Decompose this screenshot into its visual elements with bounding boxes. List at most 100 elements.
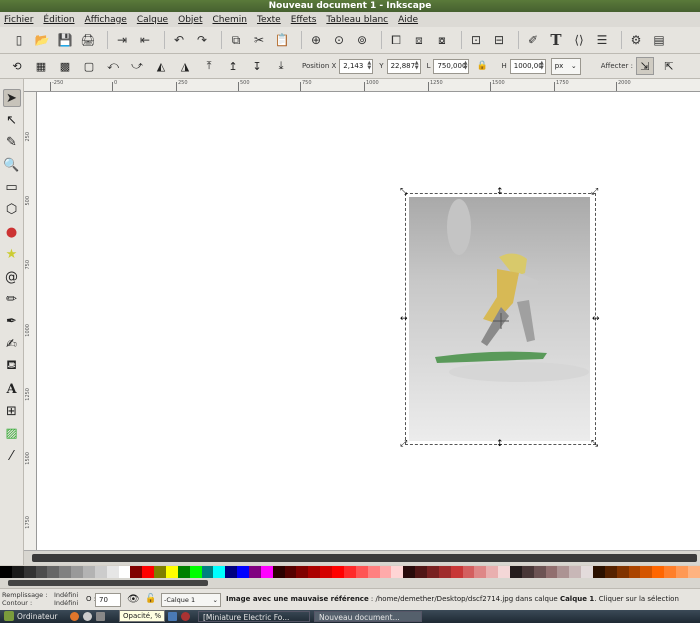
select-all-icon[interactable]: ▦ [32, 57, 50, 75]
rectangle-tool-icon[interactable]: ▭ [3, 179, 21, 197]
mail-icon[interactable] [83, 612, 92, 621]
scrollbar-thumb[interactable] [8, 580, 208, 586]
color-swatch[interactable] [213, 566, 226, 578]
color-swatch[interactable] [166, 566, 178, 578]
color-swatch[interactable] [71, 566, 84, 578]
new-doc-icon[interactable]: ▯ [10, 31, 28, 49]
spin-arrows-icon[interactable]: ▲ ▼ [367, 60, 371, 71]
3d-box-tool-icon[interactable]: ⬡ [3, 201, 21, 219]
rotate-90-ccw-icon[interactable]: ⤺ [104, 57, 122, 75]
flip-horizontal-icon[interactable]: ◭ [152, 57, 170, 75]
color-swatch[interactable] [379, 566, 392, 578]
resize-handle-nw-icon[interactable]: ⤡ [400, 188, 407, 197]
pencil-tool-icon[interactable]: ✏ [3, 291, 21, 309]
color-swatch[interactable] [332, 566, 344, 578]
h-field[interactable]: 1000,00 ▲ ▼ [509, 58, 546, 74]
print-icon[interactable]: 🖨 [79, 31, 97, 49]
color-swatch[interactable] [94, 566, 107, 578]
align-icon[interactable]: ☰ [593, 31, 611, 49]
horizontal-ruler[interactable]: -250 0 250 500 750 1000 1250 1500 1750 2000 [24, 79, 700, 92]
resize-handle-se-icon[interactable]: ⤡ [591, 440, 598, 449]
node-tool-icon[interactable]: ↖ [3, 111, 21, 129]
color-swatch[interactable] [569, 566, 582, 578]
eye-icon[interactable]: 👁 [127, 594, 140, 605]
color-swatch[interactable] [225, 566, 238, 578]
spin-arrows-icon[interactable]: ▲ ▼ [415, 60, 419, 71]
unlink-clone-icon[interactable]: ⧇ [433, 31, 451, 49]
scale-stroke-icon[interactable]: ⇲ [636, 57, 655, 75]
selector-tool-icon[interactable]: ➤ [2, 89, 21, 107]
color-swatch[interactable] [391, 566, 404, 578]
color-swatch[interactable] [509, 566, 522, 578]
color-swatch[interactable] [118, 566, 131, 578]
firefox-icon[interactable] [70, 612, 79, 621]
cut-icon[interactable]: ✂ [250, 31, 268, 49]
menu-item-affichage[interactable]: Affichage [85, 15, 127, 25]
color-swatch[interactable] [0, 566, 12, 578]
files-icon[interactable] [168, 612, 177, 621]
save-icon[interactable]: 💾 [56, 31, 74, 49]
opacity-field[interactable]: 70 [95, 593, 121, 607]
color-swatch[interactable] [154, 566, 167, 578]
menu-item-chemin[interactable]: Chemin [212, 15, 247, 25]
rotate-ccw-icon[interactable]: ⟲ [8, 57, 26, 75]
color-swatch[interactable] [592, 566, 605, 578]
pen-tool-icon[interactable]: ✒ [3, 313, 21, 331]
unit-select[interactable]: px ⌄ [550, 57, 581, 75]
color-swatch[interactable] [557, 566, 570, 578]
color-swatch[interactable] [415, 566, 427, 578]
layer-select[interactable]: -Calque 1 ⌄ [161, 593, 221, 607]
color-swatch[interactable] [640, 566, 653, 578]
color-swatch[interactable] [628, 566, 641, 578]
import-icon[interactable]: ⇥ [113, 31, 131, 49]
menu-item-tableau-blanc[interactable]: Tableau blanc [326, 15, 388, 25]
undo-icon[interactable]: ↶ [170, 31, 188, 49]
color-swatch[interactable] [83, 566, 95, 578]
w-field[interactable]: 750,000 ▲ ▼ [433, 58, 470, 74]
resize-handle-sw-icon[interactable]: ⤢ [400, 440, 407, 449]
help-icon[interactable] [181, 612, 190, 621]
resize-handle-w-icon[interactable]: ↔ [400, 315, 408, 324]
color-swatch[interactable] [260, 566, 273, 578]
color-swatch[interactable] [486, 566, 499, 578]
fill-value[interactable]: Indéfini [54, 591, 78, 599]
color-swatch[interactable] [687, 566, 700, 578]
lock-icon[interactable]: 🔓 [145, 594, 156, 604]
color-swatch[interactable] [450, 566, 463, 578]
duplicate-icon[interactable]: ⧠ [387, 31, 405, 49]
drawing-canvas[interactable] [37, 92, 700, 550]
menu-item-objet[interactable]: Objet [178, 15, 202, 25]
spiral-tool-icon[interactable]: @ [3, 268, 21, 286]
color-swatch[interactable] [652, 566, 665, 578]
color-swatch[interactable] [23, 566, 36, 578]
tweak-tool-icon[interactable]: ✎ [3, 134, 21, 152]
horizontal-scrollbar[interactable] [24, 550, 700, 565]
stroke-value[interactable]: Indéfini [54, 599, 78, 607]
color-swatch[interactable] [498, 566, 510, 578]
resize-handle-ne-icon[interactable]: ⤢ [591, 188, 598, 197]
dropper-tool-icon[interactable]: ⁄ [3, 447, 21, 465]
group-icon[interactable]: ⊡ [467, 31, 485, 49]
color-swatch[interactable] [320, 566, 333, 578]
color-swatch[interactable] [581, 566, 593, 578]
color-swatch[interactable] [462, 566, 475, 578]
vertical-ruler[interactable]: 250 500 750 1000 1250 1500 1750 [24, 92, 37, 550]
star-tool-icon[interactable]: ★ [3, 246, 21, 264]
color-swatch[interactable] [142, 566, 155, 578]
color-swatch[interactable] [237, 566, 250, 578]
color-swatch[interactable] [474, 566, 487, 578]
scale-corners-icon[interactable]: ⇱ [660, 57, 678, 75]
rotate-90-cw-icon[interactable]: ⤻ [128, 57, 146, 75]
color-swatch[interactable] [130, 566, 143, 578]
redo-icon[interactable]: ↷ [193, 31, 211, 49]
task-inkscape[interactable]: Nouveau document... [314, 611, 422, 622]
zoom-tool-icon[interactable]: 🔍 [3, 156, 21, 174]
spin-arrows-icon[interactable]: ▲ ▼ [540, 60, 544, 71]
select-all-layers-icon[interactable]: ▩ [56, 57, 74, 75]
zoom-selection-icon[interactable]: ⊕ [307, 31, 325, 49]
color-swatch[interactable] [249, 566, 261, 578]
palette-scrollbar[interactable] [0, 578, 700, 588]
color-swatch[interactable] [59, 566, 72, 578]
raise-to-top-icon[interactable]: ⤒ [200, 57, 218, 75]
paint-bucket-tool-icon[interactable]: ⛾ [3, 358, 21, 376]
